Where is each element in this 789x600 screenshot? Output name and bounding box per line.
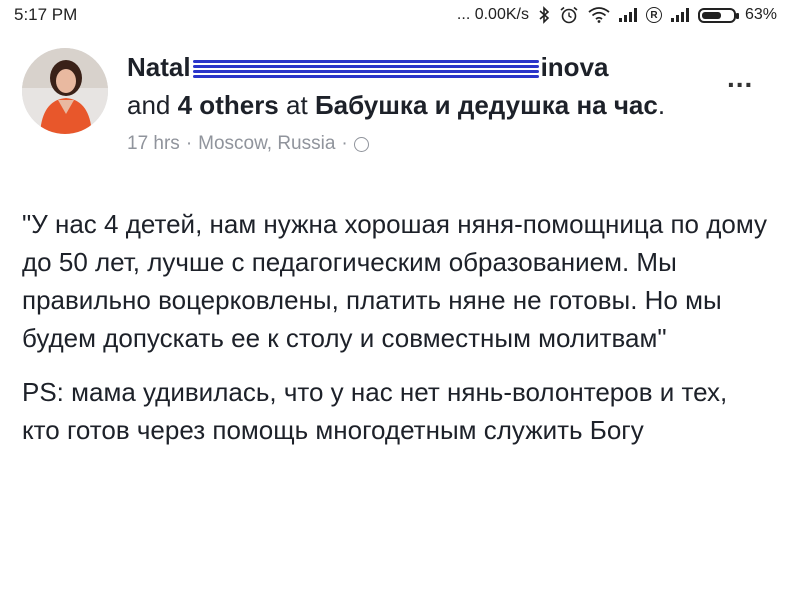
post-time[interactable]: 17 hrs <box>127 132 180 156</box>
meta-separator: · <box>185 133 193 154</box>
wifi-icon <box>588 7 610 23</box>
status-icons: ... 0.00K/s R 63% <box>457 6 777 24</box>
battery-percent: 63% <box>744 6 777 23</box>
meta-separator: · <box>341 133 348 154</box>
status-time: 5:17 PM <box>14 5 78 24</box>
post-location[interactable]: Moscow, Russia <box>198 132 335 156</box>
avatar[interactable] <box>22 48 108 134</box>
redaction-lines <box>192 57 539 81</box>
signal-icon <box>618 8 637 22</box>
at-text: at <box>286 90 308 120</box>
more-options-button[interactable]: ... <box>727 62 753 94</box>
post-body-quote: "У нас 4 детей, нам нужна хорошая няня-п… <box>22 209 768 353</box>
signal-icon <box>670 8 689 22</box>
network-speed: ... 0.00K/s <box>456 6 529 23</box>
battery-fill <box>701 11 721 19</box>
battery-icon <box>697 7 739 23</box>
globe-icon <box>353 136 369 152</box>
author-name-start[interactable]: Natal <box>127 52 191 82</box>
tagged-line: and 4 others at Бабушка и дедушка на час… <box>127 86 687 124</box>
alarm-icon <box>559 6 579 24</box>
registered-icon: R <box>645 7 662 23</box>
author-name-end[interactable]: inova <box>541 52 609 82</box>
post-header-text: Natal inova and 4 others at Бабушка и де… <box>127 48 687 156</box>
status-bar: 5:17 PM ... 0.00K/s R 63% <box>0 0 789 30</box>
and-text: and <box>127 90 171 120</box>
others-link[interactable]: 4 others <box>178 90 279 120</box>
post-body: "У нас 4 детей, нам нужна хорошая няня-п… <box>22 205 772 449</box>
bluetooth-icon <box>538 6 550 24</box>
period: . <box>657 90 666 120</box>
post-meta: 17 hrs · Moscow, Russia · <box>127 132 687 156</box>
author-line: Natal inova <box>127 48 687 86</box>
post-body-ps: PS: мама удивилась, что у нас нет нянь-в… <box>22 377 728 445</box>
place-link[interactable]: Бабушка и дедушка на час <box>315 90 658 120</box>
